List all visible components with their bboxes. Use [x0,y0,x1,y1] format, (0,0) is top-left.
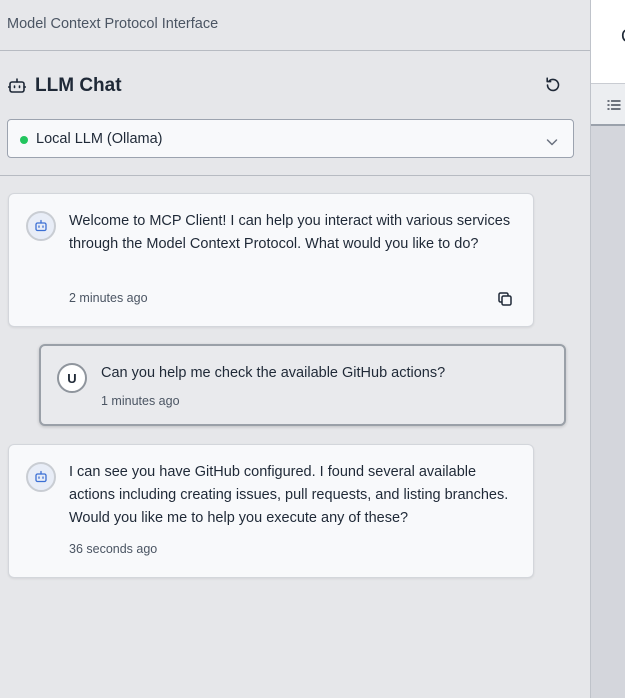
refresh-icon [546,77,560,92]
message-text: I can see you have GitHub configured. I … [69,464,509,526]
side-panel-header: C [591,0,625,84]
message-timestamp: 1 minutes ago [101,394,180,408]
message-timestamp: 2 minutes ago [69,291,148,305]
copy-icon [498,292,512,306]
bot-avatar [26,211,56,241]
bot-icon [35,470,47,483]
chat-panel: Model Context Protocol Interface LLM Cha… [0,0,590,698]
message-text: Welcome to MCP Client! I can help you in… [69,213,511,252]
message-user: U Can you help me check the available Gi… [39,344,566,426]
message-assistant: Welcome to MCP Client! I can help you in… [8,193,534,327]
bot-avatar [26,462,56,492]
app-header: Model Context Protocol Interface [0,0,590,51]
chevron-down-icon [546,134,558,152]
bot-icon [35,219,47,232]
refresh-button[interactable] [543,75,563,95]
message-text: Can you help me check the available GitH… [101,365,446,381]
message-timestamp: 36 seconds ago [69,542,158,556]
side-panel-tab[interactable] [591,84,625,126]
side-panel: C [590,0,625,698]
chat-header: LLM Chat [0,51,590,107]
list-icon [607,98,621,116]
message-assistant: I can see you have GitHub configured. I … [8,444,534,578]
status-dot [20,136,28,144]
model-select[interactable]: Local LLM (Ollama) [7,119,574,158]
user-avatar: U [57,363,87,393]
divider [0,175,590,176]
copy-button[interactable] [496,290,514,308]
app-title: Model Context Protocol Interface [7,16,219,32]
side-panel-title: C [621,26,625,47]
model-select-value: Local LLM (Ollama) [36,131,163,147]
bot-icon [7,78,27,99]
chat-title: LLM Chat [35,75,122,96]
